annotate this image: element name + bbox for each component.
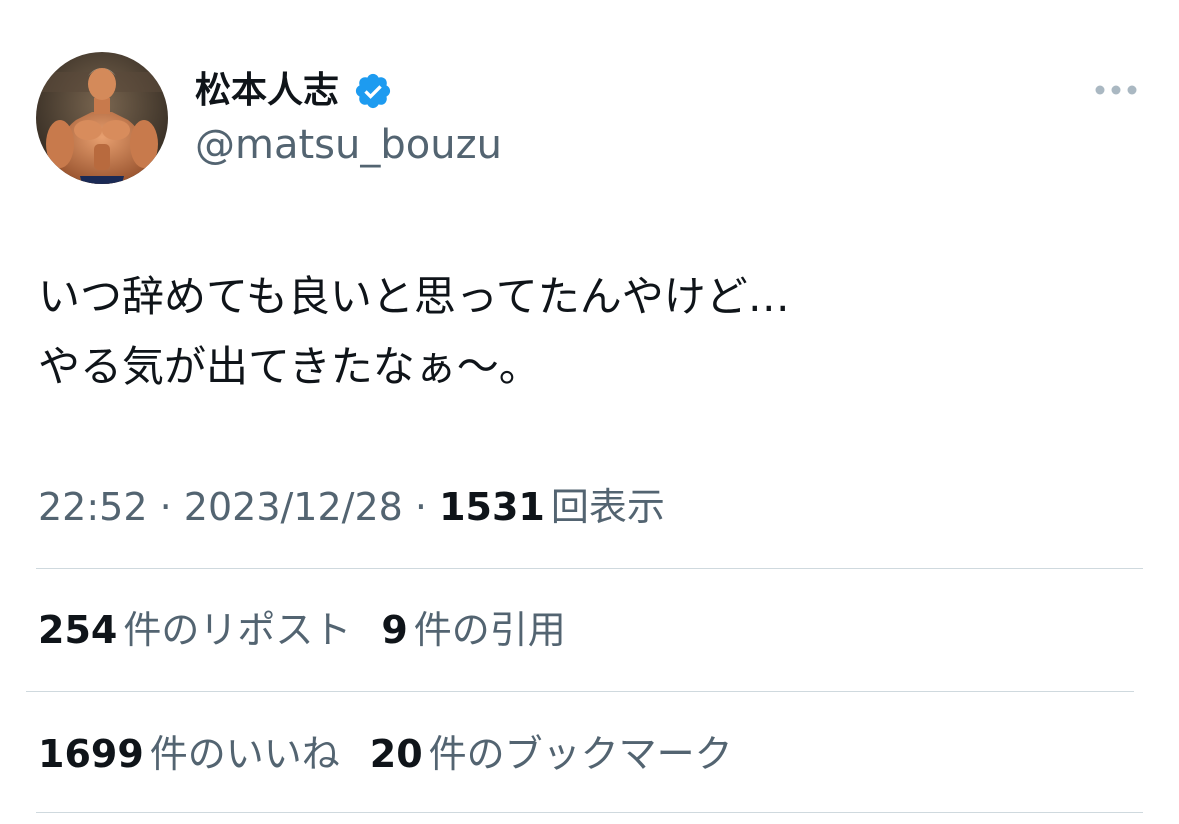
- tweet-time[interactable]: 22:52: [38, 485, 148, 529]
- divider: [26, 691, 1134, 692]
- bookmarks-label: 件のブックマーク: [428, 732, 733, 776]
- bookmarks-count: 20: [369, 732, 423, 776]
- bookmarks-stat[interactable]: 20 件のブックマーク: [370, 728, 733, 780]
- more-options-button[interactable]: [1090, 78, 1142, 102]
- tweet-line: やる気が出てきたなぁ〜。: [38, 342, 541, 391]
- reposts-count: 254: [38, 608, 118, 652]
- reposts-label: 件のリポスト: [123, 608, 352, 652]
- separator-dot: ·: [159, 485, 172, 529]
- views-label: 回表示: [550, 485, 665, 529]
- avatar[interactable]: [36, 52, 168, 184]
- divider: [36, 812, 1143, 813]
- reposts-stat[interactable]: 254 件のリポスト: [38, 604, 351, 656]
- tweet-date[interactable]: 2023/12/28: [184, 485, 403, 529]
- likes-count: 1699: [38, 732, 144, 776]
- user-handle[interactable]: @matsu_bouzu: [195, 120, 502, 170]
- repost-stats-row: 254 件のリポスト 9 件の引用: [38, 604, 596, 656]
- display-name[interactable]: 松本人志: [195, 66, 339, 116]
- verified-badge-icon: [353, 71, 393, 111]
- divider: [36, 568, 1143, 569]
- views-count: 1531: [439, 485, 545, 529]
- quotes-stat[interactable]: 9 件の引用: [381, 604, 565, 656]
- tweet-meta: 22:52 · 2023/12/28 · 1531 回表示: [38, 483, 665, 531]
- quotes-label: 件の引用: [413, 608, 566, 652]
- tweet-text: いつ辞めても良いと思ってたんやけど… やる気が出てきたなぁ〜。: [38, 262, 1138, 402]
- tweet-line: いつ辞めても良いと思ってたんやけど…: [38, 272, 790, 321]
- separator-dot: ·: [414, 485, 428, 529]
- likes-label: 件のいいね: [149, 732, 340, 776]
- user-header: 松本人志: [195, 66, 393, 116]
- more-horizontal-icon: [1095, 85, 1137, 95]
- quotes-count: 9: [381, 608, 408, 652]
- like-stats-row: 1699 件のいいね 20 件のブックマーク: [38, 728, 763, 780]
- avatar-muscle-figure-image: [36, 52, 168, 184]
- likes-stat[interactable]: 1699 件のいいね: [38, 728, 340, 780]
